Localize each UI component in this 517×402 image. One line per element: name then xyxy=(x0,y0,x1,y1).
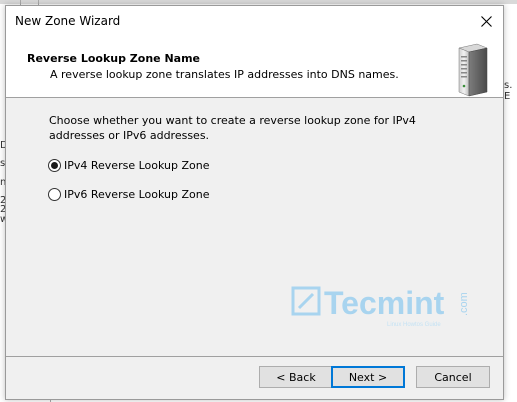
new-zone-wizard-dialog: New Zone Wizard Reverse Lookup Zone Name… xyxy=(5,5,504,400)
cancel-button[interactable]: Cancel xyxy=(416,366,490,388)
watermark-logo-slash xyxy=(297,292,315,310)
page-title: Reverse Lookup Zone Name xyxy=(27,52,201,65)
page-subtitle: A reverse lookup zone translates IP addr… xyxy=(50,68,399,81)
watermark-suffix: .com xyxy=(458,292,470,316)
close-icon xyxy=(480,15,492,27)
ipv6-label[interactable]: IPv6 Reverse Lookup Zone xyxy=(64,188,209,201)
ipv6-radio[interactable] xyxy=(48,188,61,201)
next-button[interactable]: Next > xyxy=(331,366,405,388)
wizard-header: Reverse Lookup Zone Name A reverse looku… xyxy=(6,36,503,98)
footer-divider xyxy=(6,356,503,357)
tecmint-watermark: Tecmint .com Linux Howtos Guide xyxy=(291,285,470,328)
ipv4-option[interactable]: IPv4 Reverse Lookup Zone xyxy=(48,159,209,172)
watermark-brand: Tecmint xyxy=(324,285,445,321)
title-bar[interactable]: New Zone Wizard xyxy=(6,6,503,36)
ipv4-label[interactable]: IPv4 Reverse Lookup Zone xyxy=(64,159,209,172)
instruction-text: Choose whether you want to create a reve… xyxy=(49,114,416,142)
back-button[interactable]: < Back xyxy=(259,366,333,388)
radio-selected-dot xyxy=(51,162,58,169)
window-title: New Zone Wizard xyxy=(15,14,121,28)
ipv6-option[interactable]: IPv6 Reverse Lookup Zone xyxy=(48,188,209,201)
background-text: s. E xyxy=(504,80,513,102)
ipv4-radio[interactable] xyxy=(48,159,61,172)
background-divider xyxy=(0,0,517,4)
close-button[interactable] xyxy=(469,6,503,36)
server-icon xyxy=(458,43,488,97)
watermark-tagline: Linux Howtos Guide xyxy=(387,322,441,328)
